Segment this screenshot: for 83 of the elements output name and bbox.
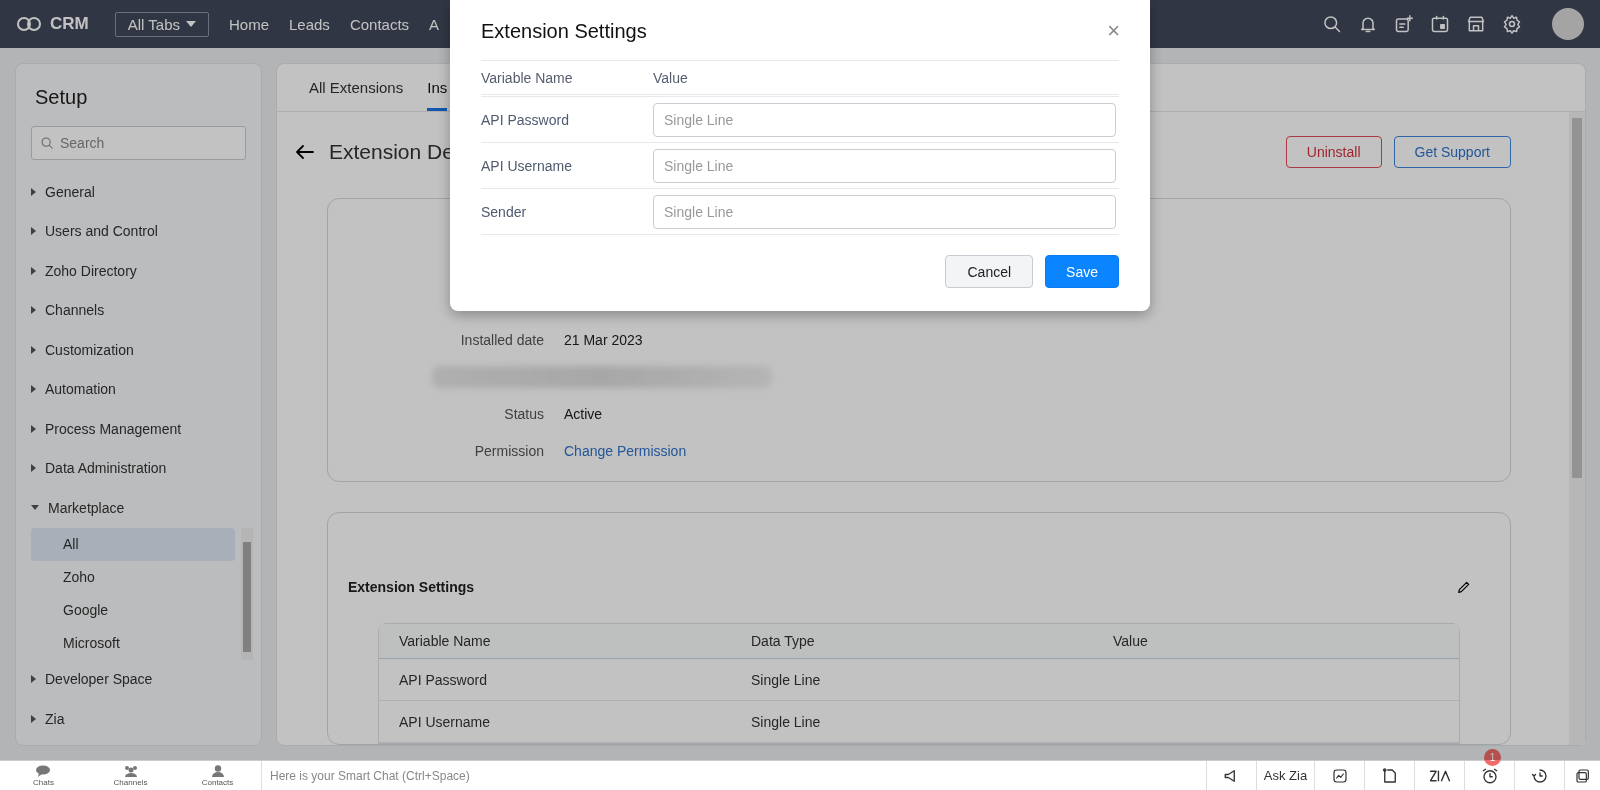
sidebar-item-label: General [45, 183, 95, 200]
alarm-clock-icon [1480, 766, 1499, 785]
chat-bubbles-icon [35, 764, 52, 777]
input-field[interactable]: Single Line [653, 194, 1116, 229]
sidebar-item[interactable]: Customization [16, 330, 261, 370]
scrollbar[interactable] [241, 527, 253, 660]
support-button[interactable]: Get Support [1393, 136, 1511, 168]
history-icon [1530, 766, 1549, 785]
table-cell-text: Single Line [751, 671, 822, 688]
sidebar-item[interactable]: Automation [16, 369, 261, 409]
uninstall-button[interactable]: Uninstall [1285, 136, 1382, 168]
column-header: Variable Name [399, 633, 492, 649]
sidebar-item[interactable]: Data Administration [16, 448, 261, 488]
sidebar-item[interactable]: Channels [16, 290, 261, 330]
sidebar-item[interactable]: General [16, 172, 261, 212]
tab[interactable]: Ins [427, 79, 448, 111]
sidebar-title: Setup [35, 86, 89, 109]
sidebar-item-label: Zoho Directory [45, 262, 137, 279]
detail-value: Active [564, 405, 603, 422]
detail-label: Status [503, 405, 544, 422]
column-header: Value [653, 69, 689, 86]
search-icon [40, 136, 54, 150]
dialog-title: Extension Settings [481, 20, 647, 43]
tab[interactable]: All Extensions [309, 79, 404, 111]
sidebar-item-label: Developer Space [45, 671, 153, 688]
detail-label: Installed date [459, 331, 544, 348]
sidebar-item-label: Customization [45, 341, 134, 358]
input-field[interactable]: Single Line [653, 148, 1116, 183]
detail-label: Permission [473, 442, 544, 459]
sidebar-item[interactable]: Process Management [16, 409, 261, 449]
column-header: Value [1113, 633, 1149, 649]
sidebar-item-label: Data Administration [45, 460, 167, 477]
scrollbar[interactable] [1569, 112, 1585, 745]
table-cell-text: API Username [399, 713, 492, 730]
chart-icon [1331, 767, 1348, 784]
save-button[interactable]: Save [1045, 255, 1119, 288]
column-header: Data Type [751, 633, 816, 649]
note-plus-icon[interactable] [1394, 14, 1414, 34]
field-label: API Username [481, 157, 574, 174]
cancel-button[interactable]: Cancel [945, 255, 1034, 288]
sidebar-item[interactable]: Zoho Directory [16, 251, 261, 291]
logo-text: CRM [50, 14, 89, 34]
sidebar-item[interactable]: Zia [16, 699, 261, 739]
sidebar-item[interactable]: Users and Control [16, 211, 261, 251]
sidebar-subitem[interactable]: Google [31, 593, 235, 627]
logo-icon [16, 16, 42, 32]
stacked-cards-icon [1574, 767, 1591, 784]
note-icon [1380, 766, 1399, 785]
input-field[interactable]: Single Line [653, 102, 1116, 137]
table-cell-text: API Password [399, 671, 488, 688]
sidebar-item-label: Zia [45, 710, 65, 727]
card-title: Extension Settings [348, 579, 475, 595]
sidebar-item-label: Process Management [45, 420, 182, 437]
user-avatar[interactable] [1552, 8, 1584, 40]
store-icon[interactable] [1466, 14, 1486, 34]
settings-icon[interactable] [1502, 14, 1522, 34]
column-header: Variable Name [481, 69, 574, 86]
nav-link[interactable]: A [429, 15, 440, 33]
group-icon [122, 764, 139, 777]
close-button[interactable]: × [1107, 18, 1120, 44]
table-cell-text: Single Line [751, 713, 822, 730]
field-label: API Password [481, 111, 570, 128]
nav-link[interactable]: Leads [289, 15, 330, 33]
sidebar-item-label: Automation [45, 381, 116, 398]
nav-link[interactable]: Contacts [349, 15, 410, 33]
sidebar-item-label: Users and Control [45, 223, 158, 240]
field-label: Sender [481, 203, 528, 220]
all-tabs-dropdown[interactable]: All Tabs [114, 11, 209, 37]
change-permission-link[interactable]: Change Permission [564, 442, 687, 459]
person-icon [209, 764, 226, 777]
sidebar-subitem[interactable]: All [31, 527, 235, 561]
calendar-icon[interactable] [1430, 14, 1450, 34]
sidebar-item[interactable]: Developer Space [16, 659, 261, 699]
sidebar-subitem[interactable]: Microsoft [31, 626, 235, 660]
search-icon[interactable] [1322, 14, 1342, 34]
sidebar-item[interactable]: Marketplace [16, 488, 261, 528]
detail-value: 21 Mar 2023 [564, 331, 643, 348]
nav-link[interactable]: Home [229, 15, 269, 33]
edit-icon[interactable] [1456, 579, 1472, 595]
sidebar-item-label: Channels [45, 302, 105, 319]
sidebar-item-label: Marketplace [48, 499, 125, 516]
caret-icon [186, 21, 196, 27]
sidebar-subitem[interactable]: Zoho [31, 560, 235, 594]
